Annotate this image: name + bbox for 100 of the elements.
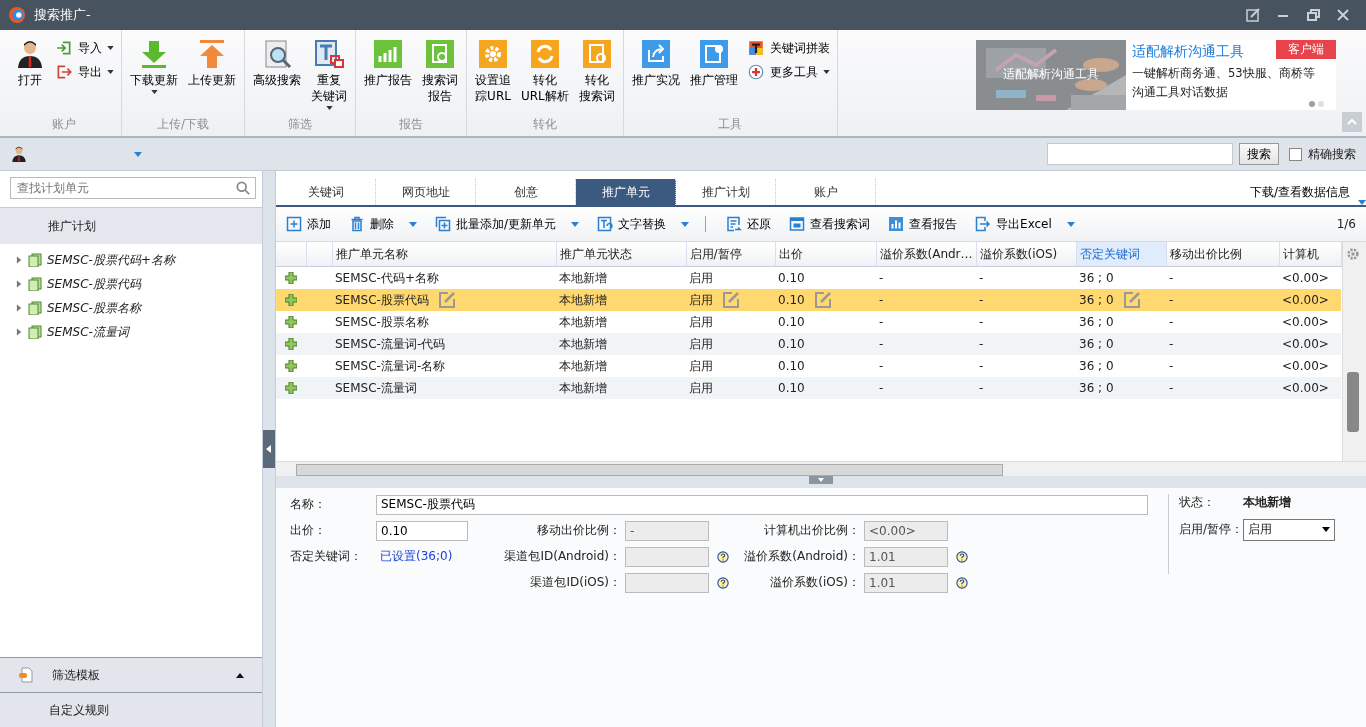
tree-item[interactable]: SEMSC-股票代码 [47, 275, 141, 293]
ribbon-button[interactable]: 导出 [51, 62, 118, 82]
table-cell: - [1169, 337, 1174, 351]
search-icon [236, 181, 250, 195]
text-replace-icon [597, 216, 614, 232]
tab[interactable]: 网页地址 [376, 179, 476, 205]
caret-icon[interactable] [1358, 200, 1366, 205]
scrollbar-thumb[interactable] [1346, 372, 1359, 432]
table-cell: - [879, 315, 884, 329]
client-badge: 客户端 [1276, 40, 1336, 59]
table-cell: - [1169, 381, 1174, 395]
ribbon-button[interactable]: 搜索词 报告 [417, 36, 463, 106]
group-label: 报告 [398, 116, 424, 133]
folder-icon [28, 277, 42, 291]
plus-icon [285, 272, 297, 284]
banner-ad[interactable]: 适配解析沟通工具 适配解析沟通工具 客户端 一键解析商务通、53快服、商桥等沟通工具对话数据 [976, 40, 1336, 110]
ribbon-button[interactable]: 导入 [51, 38, 118, 58]
group-label: 工具 [717, 116, 744, 133]
page-counter: 1/6 [1336, 217, 1356, 231]
settings-icon[interactable] [1345, 247, 1360, 261]
edit-icon[interactable] [1246, 8, 1260, 22]
table-cell: 0.10 [778, 359, 805, 373]
help-icon[interactable] [717, 550, 729, 563]
add-icon [286, 216, 302, 232]
link[interactable]: 已设置(36;0) [380, 548, 453, 565]
tab[interactable]: 推广单元 [576, 179, 676, 205]
ribbon-button[interactable]: 重复 关键词 [306, 36, 352, 112]
table-cell: SEMSC-股票代码 [335, 291, 429, 309]
toolbar-button[interactable]: 删除 [347, 213, 419, 235]
checkbox[interactable] [1289, 147, 1302, 161]
checkbox-label: 精确搜索 [1308, 145, 1356, 163]
splitter-handle-icon[interactable] [809, 475, 833, 484]
ribbon-button[interactable]: 转化 URL解析 [516, 36, 574, 106]
ribbon-button[interactable]: 推广报告 [359, 36, 417, 90]
search-field[interactable] [1047, 143, 1233, 165]
ribbon-button[interactable]: 推广管理 [684, 36, 743, 90]
expand-arrow-icon[interactable] [16, 304, 23, 312]
status-dropdown[interactable]: 启用 [1243, 518, 1335, 541]
column-header[interactable]: 启用/暂停 [686, 242, 775, 267]
help-icon[interactable] [956, 550, 968, 563]
column-header[interactable]: 出价 [775, 242, 876, 267]
toolbar-button[interactable]: 文字替换 [595, 213, 692, 235]
toolbar-button[interactable]: 还原 [724, 213, 774, 235]
ribbon-button[interactable]: 更多工具 [742, 62, 834, 82]
tag-document-icon [18, 667, 34, 683]
column-header[interactable]: 溢价系数(Andr… [876, 242, 976, 267]
app-logo-icon [8, 6, 26, 24]
ribbon-button[interactable]: 高级搜索 [248, 36, 306, 90]
table-cell: 36 ; 0 [1079, 381, 1114, 395]
name-field[interactable]: SEMSC-股票代码 [376, 494, 1148, 515]
gear-icon [477, 38, 509, 70]
tab[interactable]: 关键词 [276, 179, 376, 205]
column-header[interactable]: 移动出价比例 [1166, 242, 1279, 267]
search-button[interactable]: 搜索 [1239, 143, 1279, 165]
window-title: 搜索推广- [34, 6, 91, 24]
ribbon-button[interactable]: 打开 [9, 36, 51, 90]
carousel-dot[interactable] [1309, 101, 1315, 107]
ribbon-button[interactable]: 推广实况 [626, 36, 685, 90]
ribbon-button[interactable]: 上传更新 [183, 36, 241, 90]
expand-arrow-icon[interactable] [16, 328, 23, 336]
column-header[interactable]: 溢价系数(iOS) [976, 242, 1076, 267]
add-copy-icon [435, 216, 451, 232]
tree-item[interactable]: SEMSC-股票名称 [47, 299, 141, 317]
expand-arrow-icon[interactable] [16, 256, 23, 264]
group-label: 上传/下载 [155, 116, 210, 133]
column-header[interactable]: 推广单元名称 [332, 242, 556, 267]
input-field[interactable]: 0.10 [376, 520, 468, 541]
help-icon[interactable] [717, 576, 729, 589]
column-header[interactable]: 否定关键词 [1076, 242, 1166, 267]
scrollbar-thumb[interactable] [296, 463, 1003, 476]
table-cell: 本地新增 [559, 357, 607, 375]
column-header[interactable]: 计算机 [1279, 242, 1341, 267]
search-field[interactable]: 查找计划单元 [10, 177, 256, 199]
toolbar-button[interactable]: 查看报告 [886, 213, 960, 235]
ribbon-button[interactable]: 关键词拼装 [742, 38, 834, 58]
tab[interactable]: 推广计划 [676, 179, 776, 205]
ribbon-button[interactable]: 设置追 踪URL [470, 36, 516, 106]
toolbar-button[interactable]: 添加 [284, 213, 333, 235]
sidebar-section[interactable]: 自定义规则 [0, 692, 262, 727]
help-icon[interactable] [956, 576, 968, 589]
tree-item[interactable]: SEMSC-股票代码+名称 [47, 251, 175, 269]
ribbon-button[interactable]: 转化 搜索词 [573, 36, 620, 106]
text-icon [746, 39, 765, 57]
caret-icon[interactable] [134, 151, 142, 157]
table-cell: 启用 [689, 357, 713, 375]
close-icon[interactable] [1336, 8, 1350, 22]
table-cell: - [979, 359, 984, 373]
ribbon-button[interactable]: 下载更新 [125, 36, 183, 96]
sidebar-header: 推广计划 [48, 217, 96, 235]
toolbar-button[interactable]: 导出Excel [973, 213, 1077, 235]
tree-item[interactable]: SEMSC-流量词 [47, 323, 129, 341]
restore-window-icon[interactable] [1306, 8, 1320, 22]
sidebar-section[interactable]: 筛选模板 [0, 657, 262, 692]
table-cell: 0.10 [778, 381, 805, 395]
tab[interactable]: 账户 [776, 179, 876, 205]
toolbar-button[interactable]: 批量添加/更新单元 [433, 213, 582, 235]
toolbar-button[interactable]: 查看搜索词 [787, 213, 873, 235]
column-header[interactable]: 推广单元状态 [556, 242, 686, 267]
carousel-dot[interactable] [1318, 101, 1324, 107]
expand-arrow-icon[interactable] [16, 280, 23, 288]
